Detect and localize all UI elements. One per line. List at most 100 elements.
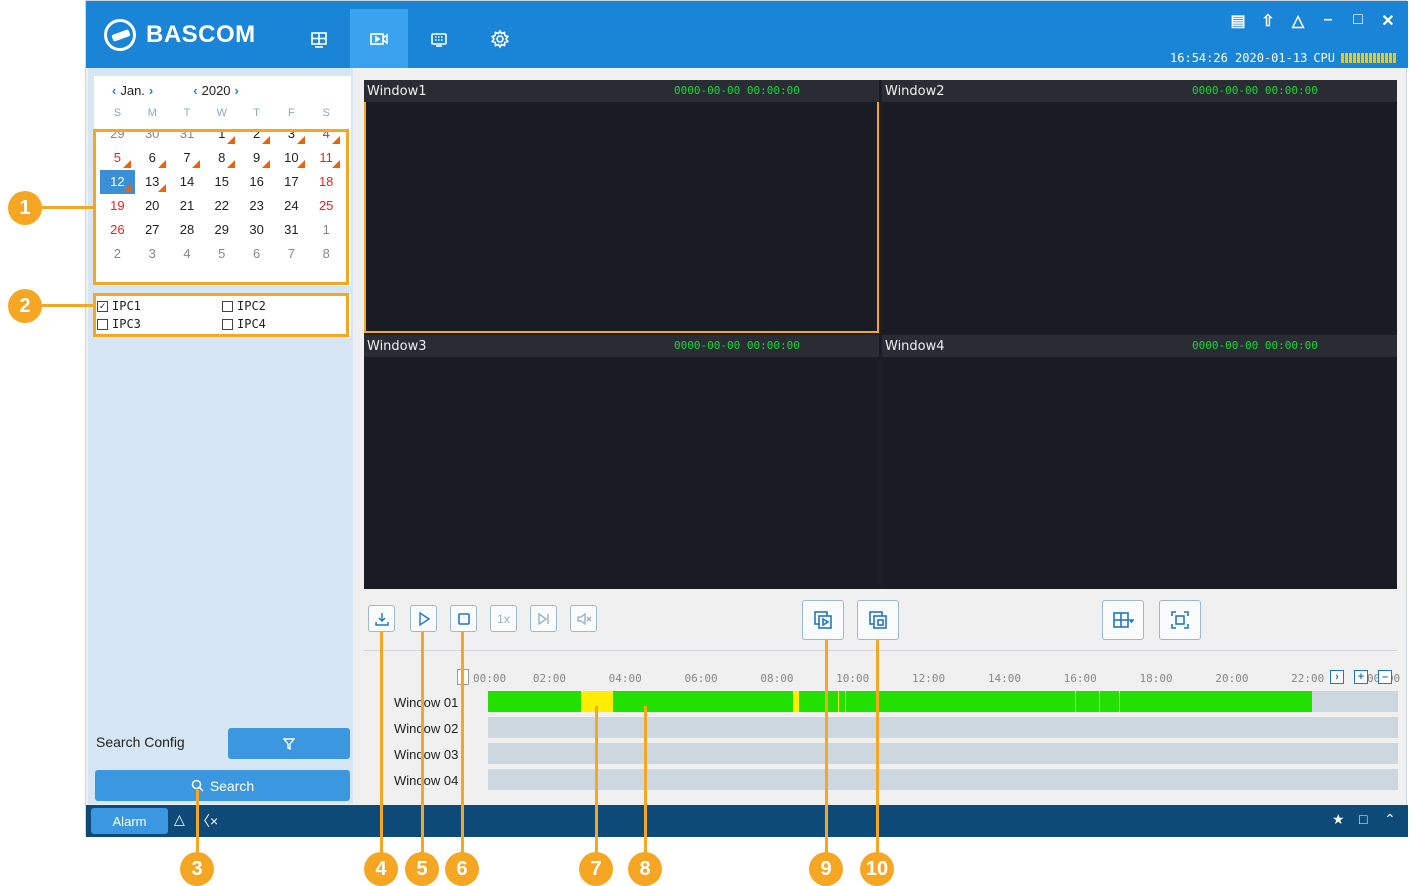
event-tick [844,691,846,712]
callout-line-10 [876,640,879,854]
restore-icon[interactable]: □ [1359,811,1367,827]
callout-badge-6: 6 [445,852,479,886]
callout-line-2 [40,304,93,307]
timeline-hour-label: 22:00 [1291,672,1325,685]
search-button-label: Search [209,777,255,794]
plus-icon: + [1357,671,1365,683]
user-icon[interactable]: △ [1288,11,1308,31]
timeline-hour-label: 00:00 [473,672,507,685]
timeline-next-button[interactable]: › [1330,670,1344,684]
callout-badge-7: 7 [579,852,613,886]
fullscreen-button[interactable] [1159,600,1201,640]
mute-icon [576,612,591,625]
cpu-label: CPU [1313,51,1335,65]
timeline-hour-label: 06:00 [684,672,718,685]
download-button[interactable] [368,605,395,632]
timeline-hour-label: 12:00 [912,672,946,685]
nav-live-view-button[interactable] [290,9,348,68]
close-icon[interactable]: ✕ [1378,11,1398,31]
timeline-hour-label: 14:00 [987,672,1021,685]
async-playback-button[interactable] [857,600,899,640]
callout-line-4 [380,632,383,854]
normal-recording-segment[interactable] [613,691,794,712]
calendar-header: ‹ Jan. › ‹ 2020 › [94,76,351,104]
cpu-meter [1341,53,1396,63]
calendar-month: Jan. [120,82,145,98]
sync-play-icon [814,611,832,629]
video-window-header: Window2 0000-00-00 00:00:00 [882,80,1397,102]
nav-playback-button[interactable] [350,9,408,68]
pin-icon[interactable]: ★ [1332,811,1345,828]
play-button[interactable] [410,605,437,632]
screen-icon[interactable]: ▤ [1228,11,1248,31]
timeline-hour-label: 16:00 [1063,672,1097,685]
timeline-hour-label: 04:00 [608,672,642,685]
timeline-row-label: Window 04 [394,773,459,788]
fullscreen-icon [1171,611,1189,629]
sync-playback-button[interactable] [802,600,844,640]
collapse-icon[interactable]: ⌃ [1384,811,1396,828]
video-window-1[interactable]: Window1 0000-00-00 00:00:00 [364,80,879,333]
speed-button[interactable]: 1x [490,605,517,632]
normal-recording-segment[interactable] [488,691,581,712]
callout-badge-2: 2 [8,289,42,323]
alarm-button[interactable]: Alarm [91,808,168,834]
timeline-track-window03[interactable] [488,743,1398,764]
timeline-track-window02[interactable] [488,717,1398,738]
event-tick [1074,691,1076,712]
prev-year-icon[interactable]: ‹ [193,83,197,98]
download-icon [374,612,389,626]
filter-button[interactable] [228,728,350,759]
video-window-header: Window3 0000-00-00 00:00:00 [364,335,879,357]
weekday-label: W [216,107,227,119]
bottom-status-bar: Alarm △ 〈× ★ □ ⌃ [86,805,1408,837]
callout-badge-5: 5 [405,852,439,886]
layout-select-button[interactable] [1102,600,1144,640]
nav-settings-button[interactable] [471,9,529,68]
playback-camera-icon [370,32,388,45]
timeline-hour-label: 08:00 [760,672,794,685]
timeline-zoom-in-button[interactable]: + [1354,670,1368,684]
video-window-2[interactable]: Window2 0000-00-00 00:00:00 [882,80,1397,333]
brand-logo: BASCOM [104,19,256,51]
callout-line-1 [40,206,93,209]
callout-badge-8: 8 [628,852,662,886]
alarm-bell-off-icon[interactable]: △ [174,811,185,828]
timeline-row-label: Window 02 [394,721,459,736]
timeline-zoom-out-button[interactable]: – [1378,670,1392,684]
calendar-year: 2020 [201,82,231,98]
search-button[interactable]: Search [95,770,350,801]
prev-month-icon[interactable]: ‹ [112,83,116,98]
video-window-header: Window4 0000-00-00 00:00:00 [882,335,1397,357]
weekday-label: S [113,107,122,119]
weekday-label: T [253,107,260,119]
nav-events-button[interactable] [410,9,468,68]
next-month-icon[interactable]: › [149,83,153,98]
maximize-icon[interactable]: □ [1348,11,1368,31]
next-year-icon[interactable]: › [235,83,239,98]
callout-badge-3: 3 [180,852,214,886]
next-frame-button[interactable] [530,605,557,632]
event-tick [838,691,839,712]
app-header: BASCOM ▤ ⇧ △ – □ ✕ 16:54:26 2020-01-13 C… [86,1,1408,68]
calendar-days-highlight [93,129,349,285]
minimize-icon[interactable]: – [1318,11,1338,31]
weekday-label: F [288,107,295,119]
callout-line-6 [461,632,464,854]
callout-line-3 [196,790,199,852]
layout-grid-icon [1113,612,1134,628]
stop-button[interactable] [450,605,477,632]
timeline-track-window01[interactable] [488,691,1398,712]
speed-label: 1x [497,611,510,626]
timeline-track-window04[interactable] [488,769,1398,790]
sound-off-icon[interactable]: 〈× [196,811,218,831]
brand-name: BASCOM [146,21,256,48]
gear-icon [490,28,510,49]
mute-button[interactable] [570,605,597,632]
callout-badge-10: 10 [860,852,894,886]
video-window-4[interactable]: Window4 0000-00-00 00:00:00 [882,335,1397,588]
video-window-3[interactable]: Window3 0000-00-00 00:00:00 [364,335,879,588]
timeline-hour-label: 20:00 [1215,672,1249,685]
upload-icon[interactable]: ⇧ [1258,11,1278,31]
event-tick [1098,691,1100,712]
